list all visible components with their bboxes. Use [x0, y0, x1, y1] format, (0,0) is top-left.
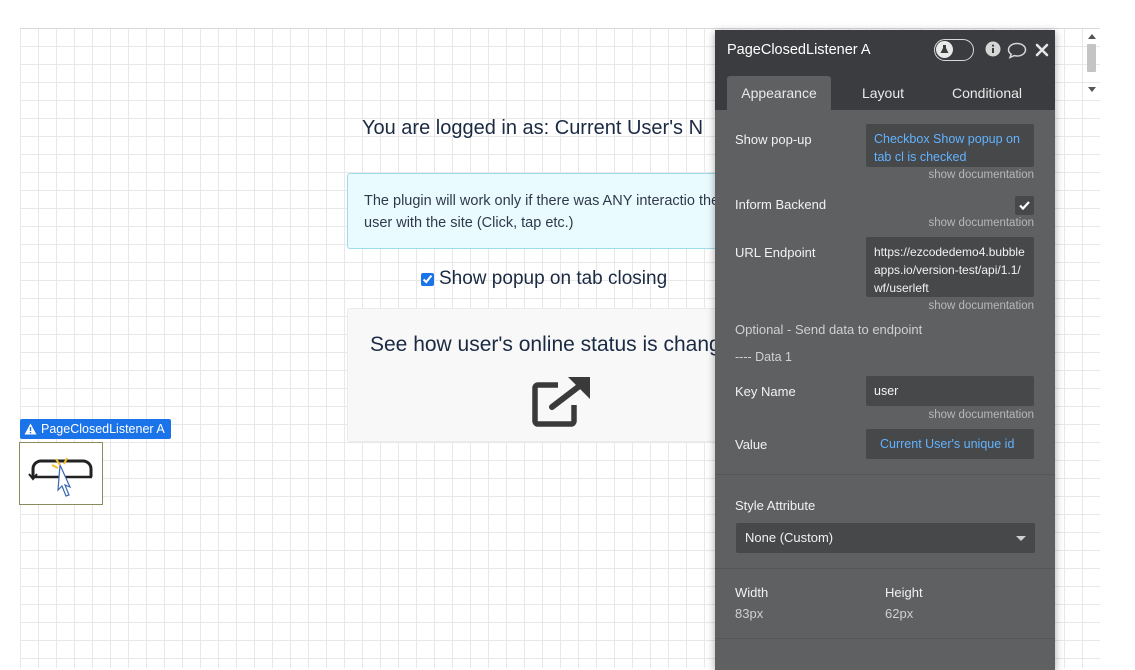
tab-layout[interactable]: Layout: [839, 76, 927, 110]
plugin-icon: [28, 457, 93, 497]
chevron-down-icon: [1016, 536, 1026, 541]
show-popup-checkbox-label: Show popup on tab closing: [439, 268, 668, 289]
url-endpoint-label: URL Endpoint: [735, 245, 816, 260]
comment-icon[interactable]: [1007, 42, 1027, 59]
close-icon[interactable]: [1035, 43, 1049, 57]
show-documentation-link[interactable]: show documentation: [925, 169, 1034, 181]
info-box[interactable]: The plugin will work only if there was A…: [347, 173, 747, 249]
style-attribute-dropdown[interactable]: None (Custom): [736, 523, 1035, 553]
online-status-group[interactable]: See how user's online status is chang: [347, 308, 747, 442]
style-attribute-value: None (Custom): [745, 530, 834, 545]
show-popup-checkbox[interactable]: [421, 272, 434, 286]
height-value: 62px: [885, 606, 914, 621]
key-name-label: Key Name: [735, 384, 796, 399]
external-link-icon[interactable]: [532, 373, 594, 427]
show-popup-label: Show pop-up: [735, 132, 812, 147]
scrollbar-thumb[interactable]: [1087, 44, 1096, 72]
show-popup-checkbox-row[interactable]: Show popup on tab closing: [421, 268, 667, 290]
key-name-field[interactable]: user: [866, 376, 1034, 406]
divider: [715, 568, 1055, 569]
data-1-header: ---- Data 1: [735, 350, 792, 364]
show-documentation-link[interactable]: show documentation: [925, 409, 1034, 421]
value-label: Value: [735, 437, 768, 452]
panel-scrollbar[interactable]: [1085, 30, 1100, 100]
value-field[interactable]: Current User's unique id: [866, 429, 1034, 459]
scroll-up-arrow[interactable]: [1088, 34, 1096, 39]
checkmark-icon: [1019, 201, 1030, 211]
scroll-down-arrow[interactable]: [1088, 87, 1096, 92]
inform-backend-checkbox[interactable]: [1015, 196, 1034, 215]
property-editor-panel[interactable]: PageClosedListener A Appearance Layout C…: [715, 30, 1055, 670]
show-documentation-link[interactable]: show documentation: [925, 300, 1034, 312]
element-name-badge[interactable]: PageClosedListener A: [20, 419, 171, 439]
panel-tabs: Appearance Layout Conditional: [715, 70, 1055, 110]
tab-conditional[interactable]: Conditional: [937, 76, 1037, 110]
width-value: 83px: [735, 606, 764, 621]
element-name-text: PageClosedListener A: [41, 422, 165, 436]
logged-in-heading[interactable]: You are logged in as: Current User's N: [362, 117, 703, 140]
warning-icon: [24, 423, 37, 435]
show-documentation-link[interactable]: show documentation: [925, 217, 1034, 229]
canvas-edge: [20, 28, 1100, 29]
style-attribute-label: Style Attribute: [735, 498, 816, 513]
page-closed-listener-element[interactable]: [19, 442, 103, 505]
panel-header[interactable]: PageClosedListener A: [715, 30, 1055, 70]
tab-appearance[interactable]: Appearance: [727, 76, 831, 110]
panel-title: PageClosedListener A: [727, 42, 871, 58]
url-endpoint-field[interactable]: https://ezcodedemo4.bubbleapps.io/versio…: [866, 237, 1034, 297]
height-label: Height: [885, 585, 923, 600]
divider: [715, 474, 1055, 475]
optional-section-text: Optional - Send data to endpoint: [735, 322, 923, 337]
flask-icon: [940, 45, 949, 53]
online-status-title: See how user's online status is chang: [370, 333, 721, 356]
width-label: Width: [735, 585, 769, 600]
info-icon[interactable]: [985, 41, 1001, 57]
toggle-knob: [936, 41, 953, 58]
divider: [715, 638, 1055, 639]
inspector-toggle[interactable]: [934, 39, 974, 61]
inform-backend-label: Inform Backend: [735, 197, 827, 212]
info-text: The plugin will work only if there was A…: [364, 193, 720, 231]
show-popup-field[interactable]: Checkbox Show popup on tab cl is checked: [866, 124, 1034, 167]
